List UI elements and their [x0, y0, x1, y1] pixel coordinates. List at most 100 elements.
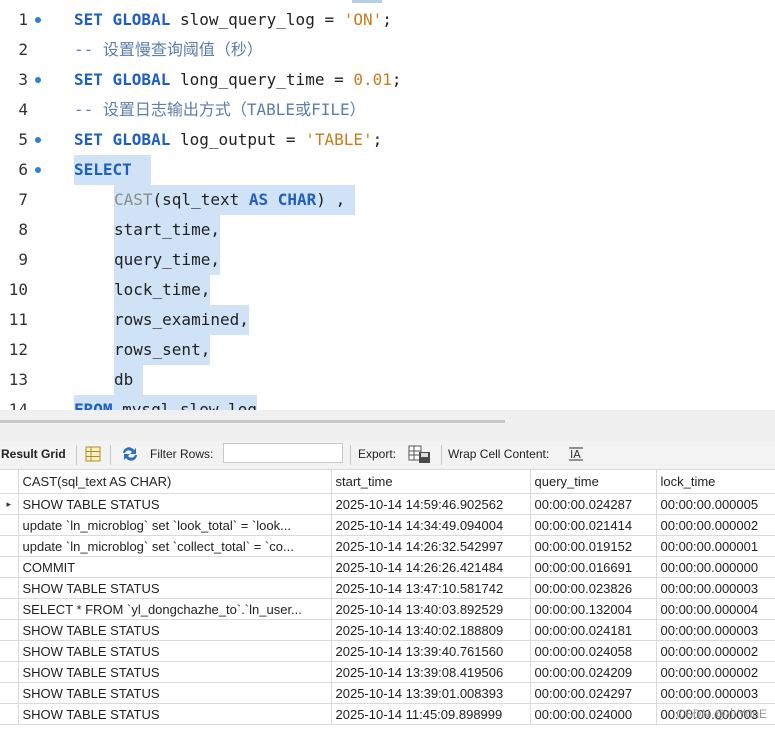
table-cell[interactable]: 00:00:00.021414 [529, 514, 657, 536]
table-cell[interactable]: update `ln_microblog` set `look_total` =… [17, 514, 332, 536]
table-cell[interactable]: 00:00:00.000002 [655, 514, 775, 536]
code-line[interactable]: 11 rows_examined, [0, 305, 775, 335]
table-cell[interactable]: 2025-10-14 13:40:03.892529 [330, 598, 531, 620]
code-line[interactable]: 4 -- 设置日志输出方式（TABLE或FILE） [0, 95, 775, 125]
table-row[interactable]: update `ln_microblog` set `collect_total… [0, 535, 775, 557]
row-marker[interactable] [0, 661, 19, 683]
row-marker[interactable] [0, 556, 19, 578]
table-cell[interactable]: SHOW TABLE STATUS [17, 661, 332, 683]
table-cell[interactable]: 00:00:00.016691 [529, 556, 657, 578]
code-line[interactable]: 12 rows_sent, [0, 335, 775, 365]
table-cell[interactable]: 00:00:00.000003 [655, 619, 775, 641]
table-cell[interactable]: SHOW TABLE STATUS [17, 703, 332, 725]
table-cell[interactable]: SELECT * FROM `yl_dongchazhe_to`.`ln_use… [17, 598, 332, 620]
table-cell[interactable]: SHOW TABLE STATUS [17, 640, 332, 662]
code-line[interactable]: 3 SET GLOBAL long_query_time = 0.01; [0, 65, 775, 95]
row-marker[interactable]: ▸ [0, 493, 19, 515]
table-cell[interactable]: 00:00:00.023826 [529, 577, 657, 599]
column-header-lock-time[interactable]: lock_time [655, 469, 775, 494]
table-cell[interactable]: 00:00:00.000003 [655, 682, 775, 704]
table-row[interactable]: SHOW TABLE STATUS 2025-10-14 13:47:10.581… [0, 577, 775, 599]
table-cell[interactable]: 00:00:00.024287 [529, 493, 657, 515]
table-cell[interactable]: 00:00:00.000002 [655, 661, 775, 683]
table-cell[interactable]: SHOW TABLE STATUS [17, 493, 332, 515]
panel-splitter[interactable] [0, 410, 775, 442]
table-cell[interactable]: 00:00:00.024058 [529, 640, 657, 662]
code-line[interactable]: 13 db [0, 365, 775, 395]
grid-form-icon[interactable] [85, 446, 101, 462]
table-cell[interactable]: 00:00:00.024181 [529, 619, 657, 641]
refresh-icon[interactable] [120, 445, 140, 463]
table-row[interactable]: SHOW TABLE STATUS 2025-10-14 13:39:01.008… [0, 682, 775, 704]
table-row[interactable]: SELECT * FROM `yl_dongchazhe_to`.`ln_use… [0, 598, 775, 620]
horizontal-scrollbar[interactable] [0, 420, 505, 423]
table-cell[interactable]: 00:00:00.024209 [529, 661, 657, 683]
code-token: query_time, [114, 250, 220, 269]
table-cell[interactable]: 2025-10-14 14:26:26.421484 [330, 556, 531, 578]
wrap-text-icon[interactable]: IA [568, 446, 584, 462]
row-marker[interactable] [0, 535, 19, 557]
column-header-start-time[interactable]: start_time [330, 469, 531, 494]
code-line[interactable]: 9 query_time, [0, 245, 775, 275]
table-cell[interactable]: 00:00:00.000003 [655, 577, 775, 599]
table-row[interactable]: update `ln_microblog` set `look_total` =… [0, 514, 775, 536]
table-cell[interactable]: 2025-10-14 13:39:40.761560 [330, 640, 531, 662]
table-row[interactable]: COMMIT 2025-10-14 14:26:26.421484 00:00:00… [0, 556, 775, 578]
code-line[interactable]: 14 FROM mysql.slow_log [0, 395, 775, 410]
statement-marker-icon[interactable] [35, 17, 41, 23]
row-marker[interactable] [0, 619, 19, 641]
row-marker[interactable] [0, 577, 19, 599]
column-header-query-time[interactable]: query_time [529, 469, 657, 494]
table-cell[interactable]: 2025-10-14 13:39:08.419506 [330, 661, 531, 683]
table-cell[interactable]: SHOW TABLE STATUS [17, 577, 332, 599]
statement-marker-icon[interactable] [35, 167, 41, 173]
table-cell[interactable]: COMMIT [17, 556, 332, 578]
table-cell[interactable]: 2025-10-14 14:34:49.094004 [330, 514, 531, 536]
code-line[interactable]: 5 SET GLOBAL log_output = 'TABLE'; [0, 125, 775, 155]
table-row[interactable]: SHOW TABLE STATUS 2025-10-14 13:40:02.188… [0, 619, 775, 641]
table-cell[interactable]: 2025-10-14 11:45:09.898999 [330, 703, 531, 725]
filter-rows-input[interactable] [223, 443, 343, 463]
table-cell[interactable]: 2025-10-14 14:26:32.542997 [330, 535, 531, 557]
export-icon[interactable] [408, 444, 432, 464]
table-row[interactable]: SHOW TABLE STATUS 2025-10-14 11:45:09.898… [0, 703, 775, 725]
table-cell[interactable]: 2025-10-14 14:59:46.902562 [330, 493, 531, 515]
sql-editor[interactable]: 1 SET GLOBAL slow_query_log = 'ON'; 2 -- 设置… [0, 0, 775, 410]
code-line[interactable]: 1 SET GLOBAL slow_query_log = 'ON'; [0, 5, 775, 35]
table-cell[interactable]: 00:00:00.024000 [529, 703, 657, 725]
row-marker[interactable] [0, 598, 19, 620]
result-grid-tab[interactable]: Result Grid [1, 441, 66, 467]
table-cell[interactable]: SHOW TABLE STATUS [17, 619, 332, 641]
table-cell[interactable]: 2025-10-14 13:40:02.188809 [330, 619, 531, 641]
row-marker[interactable] [0, 703, 19, 725]
table-cell[interactable]: 00:00:00.024297 [529, 682, 657, 704]
code-line[interactable]: 2 -- 设置慢查询阈值（秒） [0, 35, 775, 65]
statement-marker-icon[interactable] [35, 137, 41, 143]
code-text: rows_sent, [114, 335, 211, 365]
code-line[interactable]: 8 start_time, [0, 215, 775, 245]
table-cell[interactable]: 00:00:00.000001 [655, 535, 775, 557]
table-cell[interactable]: 00:00:00.000005 [655, 493, 775, 515]
row-marker[interactable] [0, 682, 19, 704]
table-cell[interactable]: SHOW TABLE STATUS [17, 682, 332, 704]
result-grid[interactable]: CAST(sql_text AS CHAR) start_time query_… [0, 469, 775, 732]
code-line[interactable]: 6 SELECT [0, 155, 775, 185]
column-header-cast[interactable]: CAST(sql_text AS CHAR) [17, 469, 332, 494]
table-cell[interactable]: 2025-10-14 13:39:01.008393 [330, 682, 531, 704]
row-marker[interactable] [0, 640, 19, 662]
table-cell[interactable]: 00:00:00.000002 [655, 640, 775, 662]
row-marker[interactable] [0, 514, 19, 536]
table-row[interactable]: SHOW TABLE STATUS 2025-10-14 13:39:40.761… [0, 640, 775, 662]
code-token: ; [372, 130, 383, 149]
code-line[interactable]: 10 lock_time, [0, 275, 775, 305]
table-cell[interactable]: 00:00:00.132004 [529, 598, 657, 620]
code-line[interactable]: 7 CAST(sql_text AS CHAR) , [0, 185, 775, 215]
table-cell[interactable]: 00:00:00.000000 [655, 556, 775, 578]
statement-marker-icon[interactable] [35, 77, 41, 83]
table-cell[interactable]: update `ln_microblog` set `collect_total… [17, 535, 332, 557]
table-row[interactable]: ▸ SHOW TABLE STATUS 2025-10-14 14:59:46.90… [0, 493, 775, 515]
table-cell[interactable]: 2025-10-14 13:47:10.581742 [330, 577, 531, 599]
table-cell[interactable]: 00:00:00.000004 [655, 598, 775, 620]
table-cell[interactable]: 00:00:00.019152 [529, 535, 657, 557]
table-row[interactable]: SHOW TABLE STATUS 2025-10-14 13:39:08.419… [0, 661, 775, 683]
